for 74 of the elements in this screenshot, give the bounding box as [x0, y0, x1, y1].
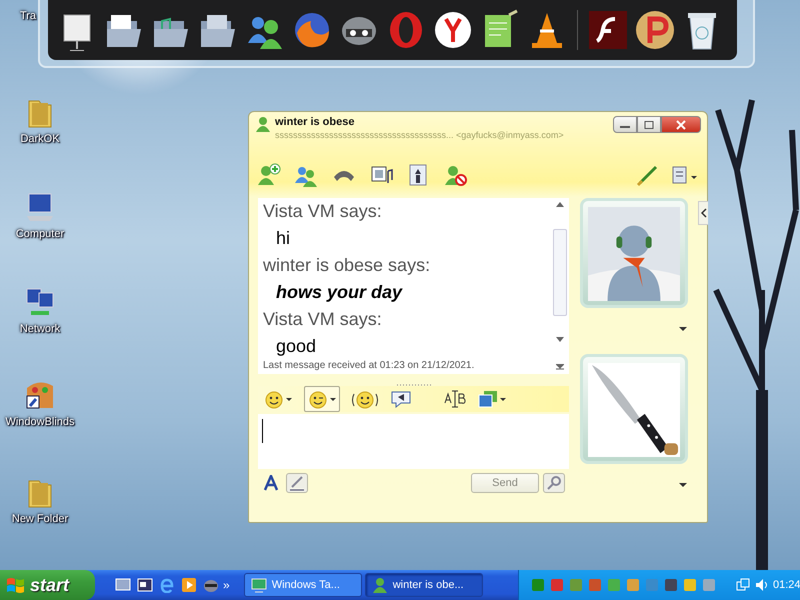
collapse-tab[interactable] — [698, 201, 708, 225]
handwriting-button[interactable] — [286, 473, 308, 493]
window-icon[interactable] — [137, 577, 153, 593]
speech-bubble-icon — [390, 389, 412, 409]
windows-stack-icon[interactable] — [736, 578, 750, 592]
windows-flag-icon — [6, 576, 24, 594]
y-circle-icon[interactable] — [432, 9, 474, 51]
browser-e-icon[interactable] — [159, 577, 175, 593]
winking-smiley-icon — [308, 389, 328, 409]
desktop-icon-label[interactable]: Computer — [16, 228, 64, 240]
chevron-left-icon — [700, 208, 706, 218]
close-icon — [676, 120, 686, 130]
resize-grip-icon[interactable] — [396, 383, 430, 387]
pen-line-icon — [289, 475, 305, 491]
font-button[interactable] — [444, 389, 466, 409]
nudge-button[interactable] — [352, 389, 378, 409]
theme-button[interactable] — [636, 163, 658, 187]
caret-icon — [500, 398, 506, 400]
flash-player-icon[interactable] — [587, 9, 629, 51]
scroll-down-icon[interactable] — [556, 337, 564, 342]
status-text: Last message received at 01:23 on 21/12/2021. — [263, 360, 476, 373]
shaking-smiley-icon — [352, 389, 378, 409]
p-ball-icon[interactable] — [634, 9, 676, 51]
taskbar-button[interactable]: winter is obe... — [364, 573, 483, 597]
caret-icon — [330, 398, 336, 400]
speaker-icon[interactable] — [755, 578, 769, 592]
message-text: hi — [275, 227, 292, 250]
background-button[interactable] — [478, 389, 506, 409]
magnifier-icon — [546, 475, 562, 491]
voice-clip-button[interactable] — [390, 389, 412, 409]
desktop-icon-label[interactable]: DarkOK — [20, 133, 60, 145]
scroll-end-icon[interactable] — [556, 364, 564, 370]
desktop-icon-label[interactable]: Tra — [20, 10, 36, 22]
caret-icon — [286, 398, 292, 400]
scrollbar-thumb[interactable] — [553, 228, 567, 316]
menu-button[interactable] — [671, 164, 697, 186]
message-input-field[interactable] — [258, 414, 569, 469]
maximize-button[interactable] — [637, 116, 661, 133]
person-icon — [372, 577, 388, 593]
start-button[interactable]: start — [0, 570, 95, 600]
scroll-up-icon[interactable] — [556, 202, 564, 207]
text-cursor-ab-icon — [444, 389, 466, 409]
maximize-icon — [644, 120, 654, 128]
close-button[interactable] — [661, 116, 701, 133]
search-button[interactable] — [543, 473, 565, 493]
clock: 01:24 — [773, 579, 800, 591]
more-button[interactable]: » — [223, 578, 230, 592]
invite-button[interactable] — [257, 163, 281, 187]
desktop-icon[interactable] — [115, 577, 131, 593]
message-sender: winter is obese says: — [263, 254, 432, 277]
monitor-icon — [250, 577, 267, 593]
picture-stack-icon — [478, 389, 498, 409]
window-title: winter is obese — [275, 116, 356, 128]
message-text: hows your day — [275, 281, 404, 304]
taskbar-button[interactable]: Windows Ta... — [244, 573, 362, 597]
emoticon-button[interactable] — [264, 389, 292, 409]
message-sender: Vista VM says: — [263, 200, 383, 223]
play-icon[interactable] — [181, 577, 197, 593]
block-button[interactable] — [444, 163, 468, 187]
desktop-icon-label[interactable]: Network — [20, 323, 60, 335]
desktop-icon-label[interactable]: WindowBlinds — [5, 416, 75, 428]
caret-icon[interactable] — [679, 327, 687, 331]
phone-handset-icon — [333, 169, 355, 181]
smiley-icon — [264, 389, 284, 409]
letter-a-icon — [263, 475, 279, 491]
minimize-button[interactable] — [613, 116, 637, 133]
tray-icon[interactable] — [664, 578, 678, 592]
message-sender: Vista VM says: — [263, 308, 383, 331]
person-icon — [255, 116, 271, 132]
message-text: good — [275, 335, 318, 358]
desktop-icon-label[interactable]: New Folder — [12, 513, 68, 525]
wink-button[interactable] — [304, 386, 340, 412]
contact-address: ssssssssssssssssssssssssssssssssssssss... <gayfucks@inmyass.com> — [275, 130, 565, 140]
caret-icon[interactable] — [679, 483, 687, 487]
